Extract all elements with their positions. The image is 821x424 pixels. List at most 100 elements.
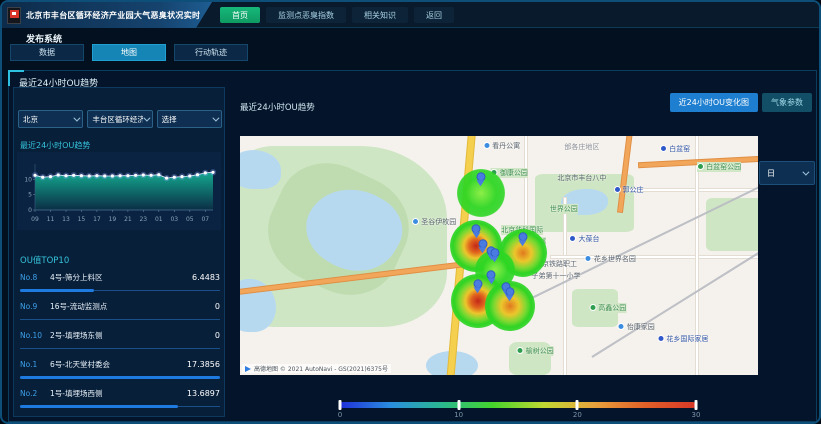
nav-item-0[interactable]: 首页 <box>220 7 260 23</box>
progress-track <box>20 377 220 378</box>
progress-fill <box>20 289 94 292</box>
period-select[interactable]: 日 <box>759 161 815 185</box>
map-area[interactable]: 高德地图 © 2021 AutoNavi - GS(2021)6375号 看丹公… <box>240 136 758 375</box>
brand: 北京市丰台区循环经济产业园大气恶臭状况实时 <box>2 2 212 28</box>
point-name: 4号-筛分上料区 <box>50 272 192 283</box>
svg-text:10: 10 <box>24 176 32 183</box>
map-pin[interactable] <box>490 249 499 258</box>
poi-icon <box>412 218 419 225</box>
point-value: 6.4483 <box>192 273 220 282</box>
chevron-down-icon <box>143 114 150 121</box>
tab-0[interactable]: 数据 <box>10 44 84 61</box>
colorbar-marker <box>576 400 579 410</box>
rank-label: No.9 <box>20 302 50 311</box>
main-panel: 最近24小时OU趋势 北京丰台区循环经济产选择 最近24小时OU趋势 0 5 1… <box>8 70 817 422</box>
map-attribution: 高德地图 © 2021 AutoNavi - GS(2021)6375号 <box>242 364 391 373</box>
map-label: 看丹公寓 <box>483 141 520 151</box>
map-provider-icon <box>245 366 251 372</box>
svg-text:03: 03 <box>170 216 178 223</box>
tab-1[interactable]: 地图 <box>92 44 166 61</box>
metro-icon <box>569 235 576 242</box>
rank-label: No.2 <box>20 389 50 398</box>
map-buttons: 近24小时OU变化图气象参数 <box>670 93 812 112</box>
colorbar-marker <box>339 400 342 410</box>
map-road <box>629 189 759 191</box>
nav-item-3[interactable]: 返回 <box>414 7 454 23</box>
map-road <box>551 256 758 258</box>
progress-fill <box>20 405 178 408</box>
list-item: No.21号-填埋场西侧13.6897 <box>20 384 220 413</box>
map-label: 大葆台 <box>569 234 599 244</box>
map-label: 子弟第十一小学 <box>531 271 580 281</box>
park-icon <box>517 347 524 354</box>
dashboard-frame: 北京市丰台区循环经济产业园大气恶臭状况实时 首页监测点恶臭指数相关知识返回 发布… <box>0 0 821 424</box>
map-label: 郭公庄 <box>614 185 644 195</box>
nav-item-1[interactable]: 监测点恶臭指数 <box>266 7 346 23</box>
svg-text:21: 21 <box>124 216 132 223</box>
app-logo-icon <box>7 7 21 24</box>
map-panel-title: 最近24小时OU趋势 <box>240 101 315 113</box>
metro-icon <box>614 186 621 193</box>
progress-track <box>20 290 220 291</box>
map-pin[interactable] <box>473 280 482 289</box>
point-select[interactable]: 选择 <box>157 110 222 128</box>
colorbar-tick-label: 0 <box>338 411 342 419</box>
map-label: 圣谷伊枚园 <box>412 217 456 227</box>
filter-selects: 北京 丰台区循环经济产选择 <box>18 110 222 128</box>
map-label: 怡康家园 <box>618 322 655 332</box>
progress-track <box>20 319 220 320</box>
point-value: 0 <box>215 331 220 340</box>
svg-text:11: 11 <box>47 216 55 223</box>
select-value: 北京 <box>23 114 38 125</box>
svg-text:23: 23 <box>139 216 147 223</box>
map-label: 世界公园 <box>550 204 578 214</box>
map-button-0[interactable]: 近24小时OU变化图 <box>670 93 758 112</box>
map-label: 花乡国际家居 <box>657 334 708 344</box>
list-item: No.16号-北天堂村委会17.3856 <box>20 355 220 384</box>
left-panel: 北京丰台区循环经济产选择 最近24小时OU趋势 0 5 10 09 11 13 … <box>13 87 225 417</box>
poi-icon <box>618 323 625 330</box>
map-road <box>525 136 527 236</box>
park-icon <box>697 163 704 170</box>
colorbar-tick-label: 10 <box>454 411 463 419</box>
progress-fill <box>20 376 220 379</box>
rank-label: No.10 <box>20 331 50 340</box>
list-item: No.84号-筛分上料区6.4483 <box>20 268 220 297</box>
map-pin[interactable] <box>505 287 514 296</box>
svg-text:15: 15 <box>78 216 86 223</box>
map-pin[interactable] <box>518 232 527 241</box>
svg-text:05: 05 <box>186 216 194 223</box>
list-item: No.102号-填埋场东侧0 <box>20 326 220 355</box>
poi-icon <box>483 142 490 149</box>
heat-colorbar-ticks: 0102030 <box>340 411 696 421</box>
map-attribution-text: 高德地图 © 2021 AutoNavi - GS(2021)6375号 <box>254 364 388 373</box>
rank-label: No.1 <box>20 360 50 369</box>
point-name: 2号-填埋场东侧 <box>50 330 215 341</box>
point-name: 6号-北天堂村委会 <box>50 359 187 370</box>
map-pin[interactable] <box>478 239 487 248</box>
nav-item-2[interactable]: 相关知识 <box>352 7 408 23</box>
map-label: 白盆窑 <box>660 144 690 154</box>
top-list-title: OU值TOP10 <box>20 254 69 266</box>
chevron-down-icon <box>802 168 809 175</box>
city-select[interactable]: 北京 <box>18 110 83 128</box>
top-bar: 北京市丰台区循环经济产业园大气恶臭状况实时 首页监测点恶臭指数相关知识返回 <box>2 2 819 28</box>
map-pin[interactable] <box>472 225 481 234</box>
park-select[interactable]: 丰台区循环经济产 <box>87 110 152 128</box>
heat-colorbar <box>340 402 696 408</box>
map-button-1[interactable]: 气象参数 <box>762 93 812 112</box>
chevron-down-icon <box>74 114 81 121</box>
colorbar-tick-label: 20 <box>573 411 582 419</box>
map-road <box>564 198 566 375</box>
map-label: 榆树公园 <box>517 346 554 356</box>
map-pin[interactable] <box>476 172 485 181</box>
ou-trend-chart: 0 5 10 09 11 13 15 17 19 21 23 01 03 05 … <box>17 152 221 230</box>
tab-2[interactable]: 行动轨迹 <box>174 44 248 61</box>
map-pin[interactable] <box>487 270 496 279</box>
app-title: 北京市丰台区循环经济产业园大气恶臭状况实时 <box>26 10 200 21</box>
point-value: 13.6897 <box>187 389 220 398</box>
point-value: 17.3856 <box>187 360 220 369</box>
colorbar-marker <box>695 400 698 410</box>
point-name: 1号-填埋场西侧 <box>50 388 187 399</box>
svg-text:09: 09 <box>31 216 39 223</box>
